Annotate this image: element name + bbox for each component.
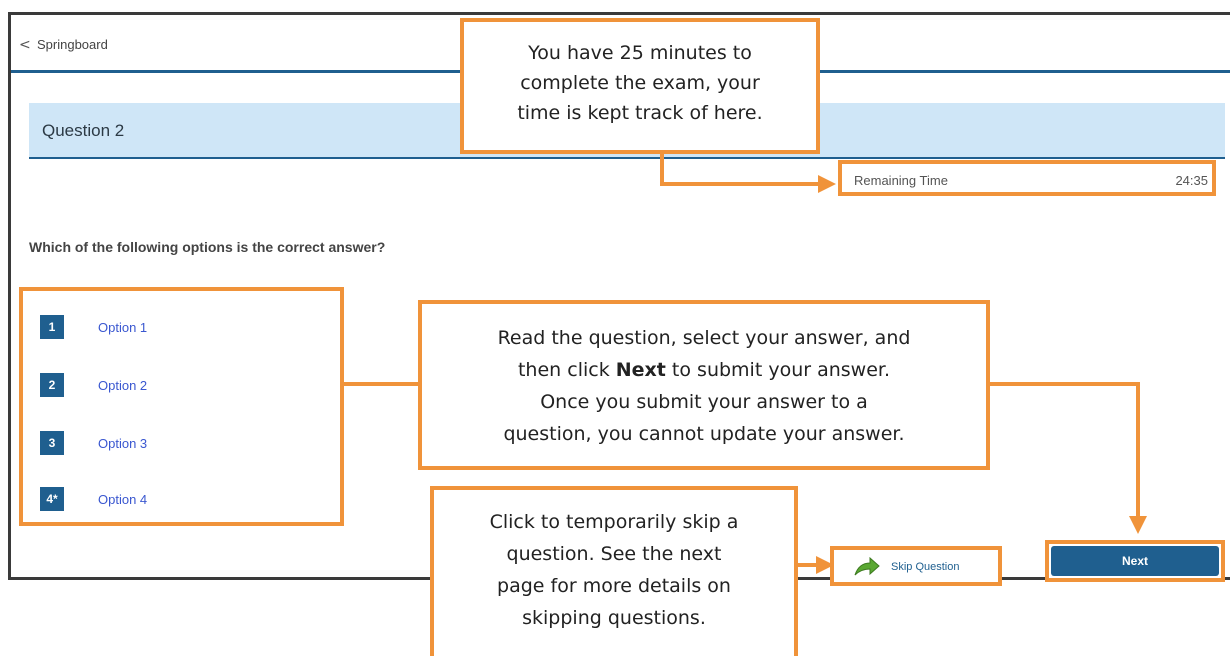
callout-bold-text: Next bbox=[615, 359, 666, 381]
callout-line: time is kept track of here. bbox=[517, 102, 763, 124]
option-2[interactable]: 2 Option 2 bbox=[40, 373, 147, 397]
callout-text: to submit your answer. bbox=[665, 359, 891, 381]
callout-line: skipping questions. bbox=[522, 607, 706, 629]
back-chevron-icon[interactable]: < bbox=[19, 37, 31, 53]
callout-line: Click to temporarily skip a bbox=[489, 511, 739, 533]
option-number-badge: 2 bbox=[40, 373, 64, 397]
option-label[interactable]: Option 4 bbox=[98, 492, 147, 507]
callout-line: Once you submit your answer to a bbox=[540, 391, 868, 413]
answer-options: 1 Option 1 2 Option 2 3 Option 3 4* Opti… bbox=[19, 287, 344, 526]
option-number-badge: 4* bbox=[40, 487, 64, 511]
arrowhead-icon bbox=[1129, 516, 1147, 534]
next-button[interactable]: Next bbox=[1051, 546, 1219, 576]
remaining-time-value: 24:35 bbox=[1175, 173, 1208, 188]
callout-text: then click bbox=[517, 359, 616, 381]
callout-line: question, you cannot update your answer. bbox=[503, 423, 905, 445]
option-number-badge: 3 bbox=[40, 431, 64, 455]
skip-callout: Click to temporarily skip a question. Se… bbox=[430, 486, 798, 656]
option-label[interactable]: Option 3 bbox=[98, 436, 147, 451]
callout-line: Read the question, select your answer, a… bbox=[497, 327, 911, 349]
callout-line: question. See the next bbox=[506, 543, 722, 565]
question-prompt: Which of the following options is the co… bbox=[29, 239, 386, 255]
option-number-badge: 1 bbox=[40, 315, 64, 339]
question-title: Question 2 bbox=[42, 121, 125, 140]
option-3[interactable]: 3 Option 3 bbox=[40, 431, 147, 455]
next-button-highlight: Next bbox=[1045, 540, 1225, 582]
timer-callout: You have 25 minutes to complete the exam… bbox=[460, 18, 820, 154]
option-4[interactable]: 4* Option 4 bbox=[40, 487, 147, 511]
remaining-time-label: Remaining Time bbox=[854, 173, 948, 188]
option-label[interactable]: Option 2 bbox=[98, 378, 147, 393]
callout-line: then click Next to submit your answer. bbox=[422, 354, 986, 386]
arrowhead-icon bbox=[818, 175, 836, 193]
springboard-link[interactable]: Springboard bbox=[37, 37, 108, 52]
next-callout-connector bbox=[988, 382, 1140, 386]
option-1[interactable]: 1 Option 1 bbox=[40, 315, 147, 339]
skip-question-button[interactable]: Skip Question bbox=[830, 546, 1002, 586]
callout-line: You have 25 minutes to bbox=[528, 42, 752, 64]
timer-callout-connector bbox=[660, 150, 664, 186]
arrowhead-icon bbox=[816, 556, 834, 574]
skip-question-label: Skip Question bbox=[891, 561, 960, 573]
answer-callout: Read the question, select your answer, a… bbox=[418, 300, 990, 470]
options-callout-connector bbox=[344, 382, 420, 386]
timer-callout-connector bbox=[660, 182, 820, 186]
option-label[interactable]: Option 1 bbox=[98, 320, 147, 335]
callout-line: page for more details on bbox=[497, 575, 731, 597]
remaining-time-panel: Remaining Time 24:35 bbox=[838, 160, 1216, 196]
next-callout-connector bbox=[1136, 382, 1140, 522]
callout-line: complete the exam, your bbox=[520, 72, 760, 94]
green-arrow-icon bbox=[854, 557, 880, 576]
